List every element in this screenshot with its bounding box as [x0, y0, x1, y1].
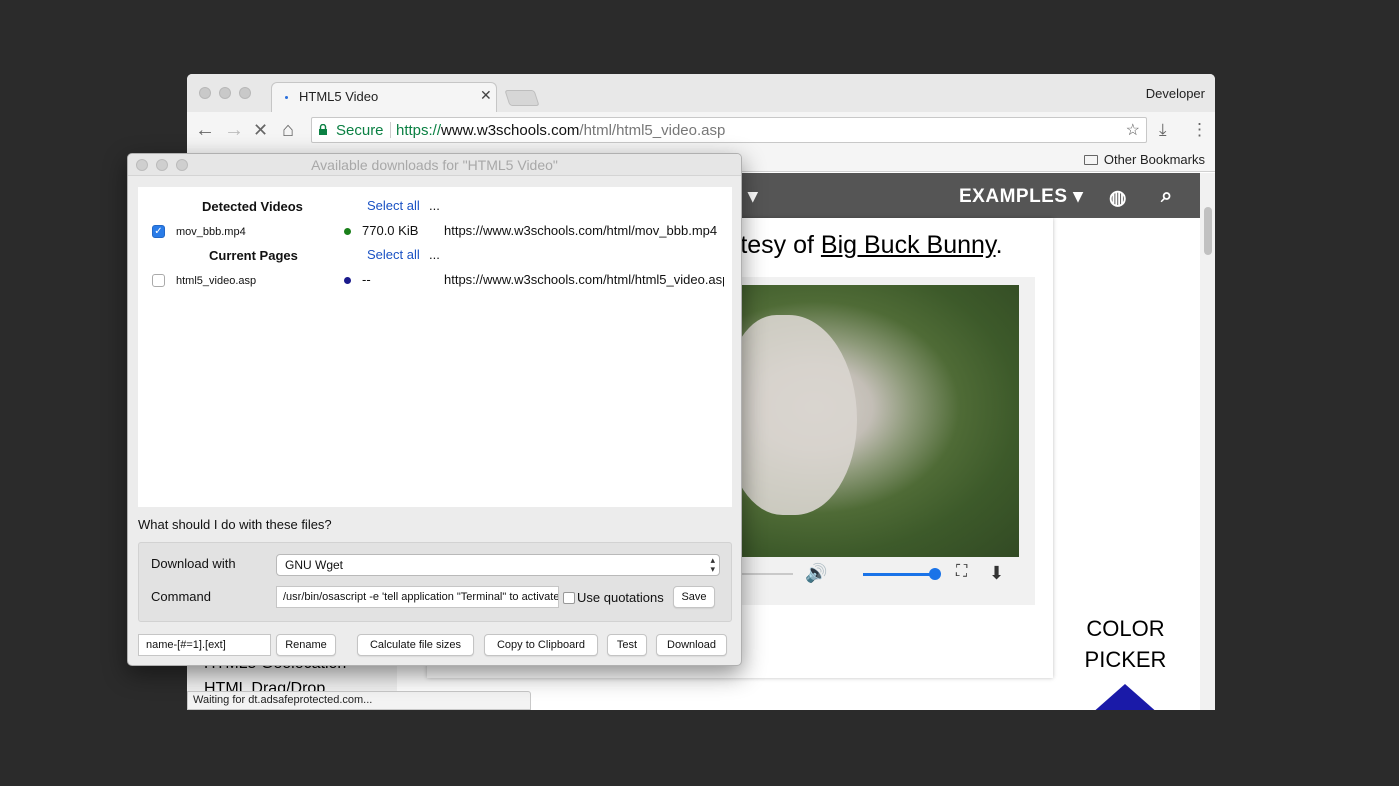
address-bar[interactable]: Secure https://www.w3schools.com/html/ht…: [311, 117, 1147, 143]
lock-icon: [319, 124, 327, 135]
color-picker-line1: COLOR: [1086, 616, 1165, 641]
status-dot: [344, 228, 351, 235]
downloader-select[interactable]: GNU Wget ▴ ▾: [276, 554, 720, 576]
select-all-pages[interactable]: Select all: [367, 247, 420, 262]
pages-more-button[interactable]: ...: [429, 247, 440, 262]
close-window-button[interactable]: [199, 87, 211, 99]
color-picker-icon[interactable]: [1091, 684, 1159, 710]
downloader-value: GNU Wget: [285, 558, 344, 572]
file-name: mov_bbb.mp4: [176, 226, 246, 238]
group-header-pages: Current Pages: [209, 248, 298, 263]
url-host: www.w3schools.com: [441, 122, 580, 139]
home-icon[interactable]: ⌂: [282, 118, 294, 142]
dialog-title: Available downloads for "HTML5 Video": [311, 157, 558, 173]
downloads-dialog: Available downloads for "HTML5 Video" De…: [127, 153, 742, 666]
loading-icon: [285, 96, 288, 99]
command-label: Command: [151, 589, 211, 604]
video-controls: 🔊 ⛶ ⬇: [727, 557, 1019, 591]
search-icon[interactable]: ⌕: [1161, 185, 1173, 208]
test-button[interactable]: Test: [607, 634, 647, 656]
color-picker-line2: PICKER: [1084, 647, 1167, 672]
secure-label: Secure: [336, 122, 384, 139]
browser-toolbar: ← → ✕ ⌂ Secure https://www.w3schools.com…: [187, 112, 1215, 148]
tab-close-icon[interactable]: ✕: [480, 87, 492, 104]
checkbox-mov-bbb[interactable]: ✓: [152, 225, 165, 238]
forward-icon[interactable]: →: [224, 118, 244, 142]
profile-button[interactable]: Developer: [1146, 86, 1205, 101]
use-quotations-label: Use quotations: [577, 590, 664, 605]
new-tab-button[interactable]: [504, 90, 540, 106]
nav-item-examples[interactable]: EXAMPLES ▾: [959, 185, 1083, 208]
url-scheme: https://: [396, 122, 442, 139]
dialog-titlebar: Available downloads for "HTML5 Video": [128, 154, 741, 176]
scrollbar-thumb[interactable]: [1204, 207, 1212, 255]
group-header-videos: Detected Videos: [202, 199, 303, 214]
checkbox-html5-video[interactable]: [152, 274, 165, 287]
calculate-sizes-button[interactable]: Calculate file sizes: [357, 634, 474, 656]
other-bookmarks[interactable]: Other Bookmarks: [1083, 152, 1205, 167]
volume-knob[interactable]: [929, 568, 941, 580]
bookmark-star-icon[interactable]: ☆: [1126, 120, 1140, 140]
download-button[interactable]: Download: [656, 634, 727, 656]
volume-icon[interactable]: 🔊: [805, 563, 827, 584]
use-quotations-checkbox[interactable]: [563, 592, 575, 604]
file-size: --: [362, 272, 371, 287]
volume-slider[interactable]: [863, 573, 935, 576]
url-path: /html/html5_video.asp: [579, 122, 726, 139]
credit-suffix: .: [995, 231, 1003, 259]
select-arrows-icon: ▴ ▾: [710, 555, 715, 574]
tab-bar: HTML5 Video ✕ Developer: [187, 74, 1215, 113]
status-dot: [344, 277, 351, 284]
stop-icon[interactable]: ✕: [253, 118, 268, 142]
extension-icon[interactable]: ⤓: [1159, 118, 1167, 142]
nav-item-examples-label: EXAMPLES: [959, 186, 1068, 207]
other-bookmarks-label: Other Bookmarks: [1103, 152, 1205, 167]
credit-text: rtesy of: [732, 231, 821, 259]
select-all-videos[interactable]: Select all: [367, 198, 420, 213]
minimize-window-button[interactable]: [219, 87, 231, 99]
page-scrollbar[interactable]: [1200, 173, 1215, 710]
videos-more-button[interactable]: ...: [429, 198, 440, 213]
big-buck-bunny-link[interactable]: Big Buck Bunny: [821, 231, 996, 259]
downloads-list: Detected Videos Select all ... ✓ mov_bbb…: [138, 187, 732, 507]
action-question: What should I do with these files?: [138, 517, 332, 532]
rename-button[interactable]: Rename: [276, 634, 336, 656]
file-url: https://www.w3schools.com/html/mov_bbb.m…: [444, 223, 718, 238]
zoom-window-button[interactable]: [239, 87, 251, 99]
video-player[interactable]: [727, 285, 1019, 557]
status-bar: Waiting for dt.adsafeprotected.com...: [187, 691, 531, 710]
file-url: https://www.w3schools.com/html/html5_vid…: [444, 272, 724, 287]
video-credit: rtesy of Big Buck Bunny.: [732, 231, 1003, 260]
rename-pattern-input[interactable]: name-[#=1].[ext]: [138, 634, 271, 656]
save-button[interactable]: Save: [673, 586, 715, 608]
command-input[interactable]: /usr/bin/osascript -e 'tell application …: [276, 586, 559, 608]
color-picker-link[interactable]: COLOR PICKER: [1073, 613, 1178, 675]
menu-icon[interactable]: ⋮: [1191, 118, 1208, 142]
copy-clipboard-button[interactable]: Copy to Clipboard: [484, 634, 598, 656]
file-size: 770.0 KiB: [362, 223, 419, 238]
url-divider: [390, 122, 391, 138]
url-text[interactable]: https://www.w3schools.com/html/html5_vid…: [396, 122, 725, 139]
globe-icon[interactable]: ◍: [1109, 185, 1127, 210]
video-frame-image: [727, 315, 857, 515]
options-panel: Download with GNU Wget ▴ ▾ Command /usr/b…: [138, 542, 732, 622]
back-icon[interactable]: ←: [195, 118, 215, 142]
fullscreen-icon[interactable]: ⛶: [956, 563, 967, 581]
download-with-label: Download with: [151, 556, 236, 571]
download-icon[interactable]: ⬇: [989, 563, 1004, 584]
file-name: html5_video.asp: [176, 275, 257, 287]
tab-title: HTML5 Video: [299, 89, 379, 104]
folder-icon: [1083, 155, 1098, 165]
